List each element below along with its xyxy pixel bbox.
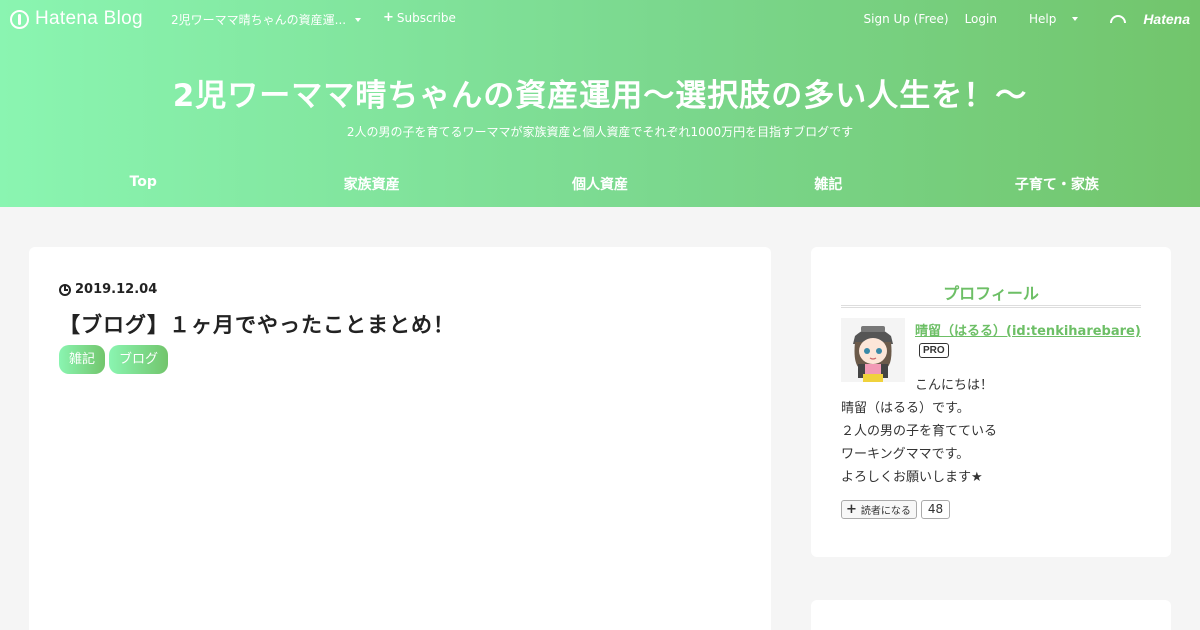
blog-name-dropdown[interactable]: 2児ワーママ晴ちゃんの資産運... [171,11,362,28]
profile-name-link[interactable]: 晴留（はるる）(id:tenkiharebare) [915,320,1141,339]
follow-button[interactable]: + 読者になる [841,500,917,519]
profile-bio-line: よろしくお願いします★ [841,470,983,485]
follower-count[interactable]: 48 [920,500,951,519]
help-menu[interactable]: Help [1013,12,1079,26]
hatena-topbar: Hatena Blog 2児ワーママ晴ちゃんの資産運... + Subscrib… [0,0,1200,36]
profile-module: プロフィール 晴留（はるる）(id:tenkiharebare) PRO こんに… [811,247,1171,557]
divider [841,305,1141,308]
profile-bio-line: こんにちは！ [915,378,994,393]
post-date[interactable]: 2019.12.04 [59,282,157,297]
nav-item-personal-assets[interactable]: 個人資産 [486,174,714,194]
help-label: Help [1028,12,1057,26]
subscribe-label: Subscribe [396,11,456,25]
plus-icon: + [383,10,394,25]
avatar-illustration [841,318,905,382]
post-title[interactable]: 【ブログ】１ヶ月でやったことまとめ！ [59,309,455,339]
blog-name-label: 2児ワーママ晴ちゃんの資産運... [171,13,347,27]
hatena-blog-logo[interactable]: Hatena Blog [10,8,143,30]
profile-heading: プロフィール [943,284,1039,303]
signup-link[interactable]: Sign Up (Free) [864,12,949,26]
pro-badge[interactable]: PRO [919,343,949,358]
category-list: 雑記 ブログ [59,345,169,374]
sidebar-module [811,600,1171,630]
login-link[interactable]: Login [965,12,997,26]
profile-bio-line: ２人の男の子を育てている [841,424,998,439]
follow-label: 読者になる [860,506,911,517]
blog-description: 2人の男の子を育てるワーママが家族資産と個人資産でそれぞれ1000万円を目指すブ… [346,125,854,139]
subscribe-button[interactable]: + Subscribe [383,11,456,25]
global-nav: Top 家族資産 個人資産 雑記 子育て・家族 [29,174,1171,194]
article-card: 2019.12.04 【ブログ】１ヶ月でやったことまとめ！ 雑記 ブログ [29,247,771,630]
clock-icon [59,283,71,296]
nav-item-parenting[interactable]: 子育て・家族 [943,174,1171,194]
nav-item-misc[interactable]: 雑記 [714,174,942,194]
chevron-down-icon [355,17,362,22]
nav-item-top[interactable]: Top [29,174,257,194]
hatena-blog-icon [10,9,29,29]
avatar[interactable] [841,318,905,382]
hatena-logo[interactable]: Hatena [1094,11,1190,27]
category-tag[interactable]: 雑記 [59,345,106,374]
topbar-right: Sign Up (Free) Login Help Hatena [848,11,1190,27]
post-date-label: 2019.12.04 [75,282,158,297]
logo-text: Hatena Blog [35,8,143,29]
profile-bio-line: ワーキングママです。 [841,447,970,462]
chevron-down-icon [1072,17,1079,21]
nav-item-family-assets[interactable]: 家族資産 [257,174,485,194]
hatena-icon [1110,14,1127,24]
hatena-logo-text: Hatena [1143,11,1190,27]
plus-icon: + [846,501,857,517]
category-tag[interactable]: ブログ [109,345,169,374]
blog-title[interactable]: 2児ワーママ晴ちゃんの資産運用～選択肢の多い人生を！～ [0,70,1200,115]
profile-bio-line: 晴留（はるる）です。 [841,401,970,416]
follow-widget: + 読者になる 48 [841,500,951,519]
